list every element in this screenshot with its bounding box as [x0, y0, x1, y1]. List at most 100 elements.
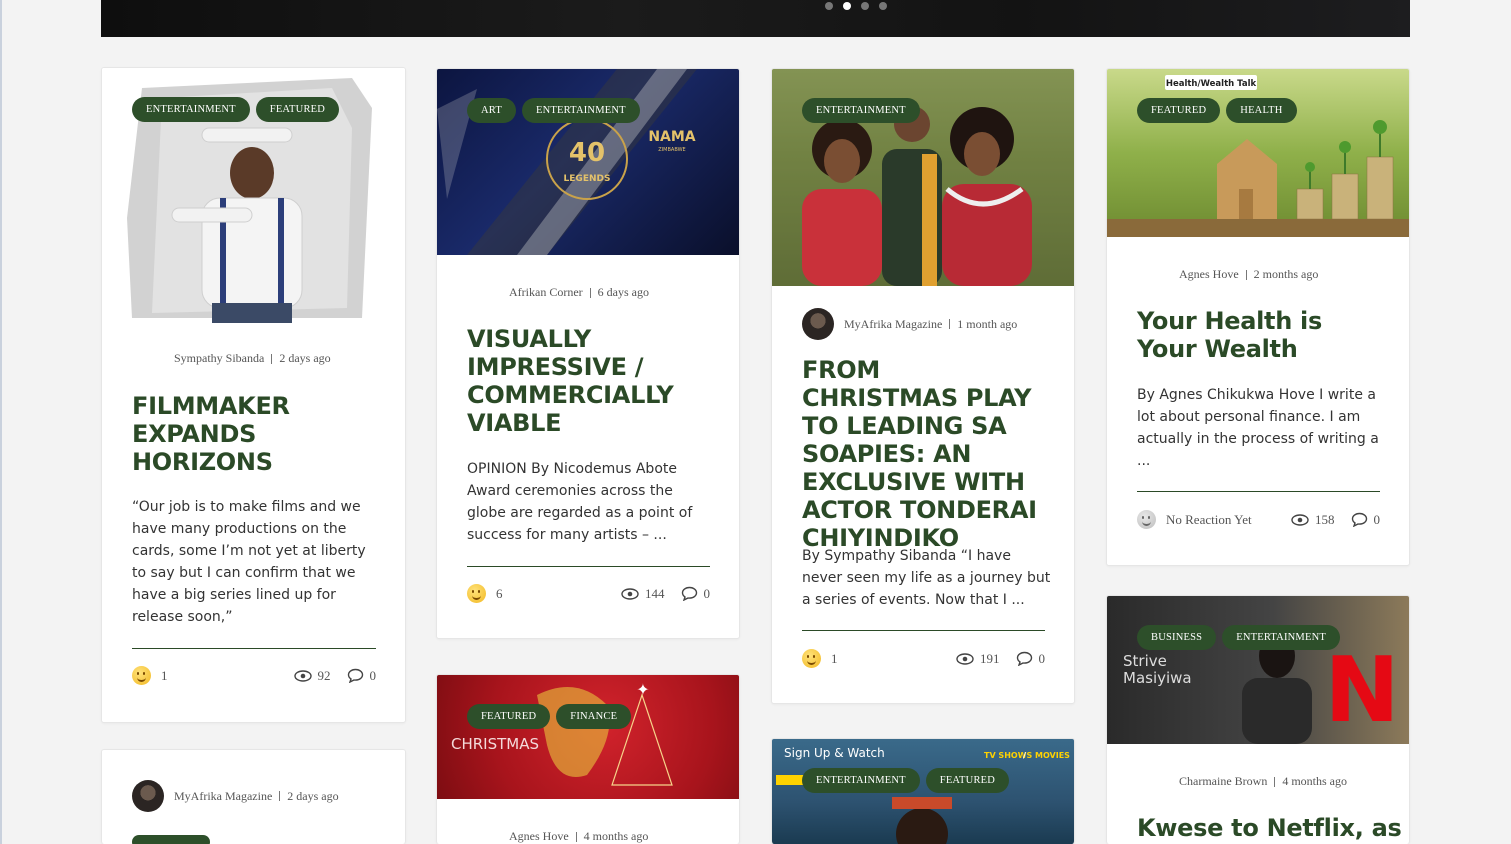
slider-dot[interactable] [861, 2, 869, 10]
post-meta: Agnes Hove 4 months ago [509, 829, 648, 844]
eye-icon [621, 587, 639, 600]
slider-dot[interactable] [825, 2, 833, 10]
author-name[interactable]: Afrikan Corner [509, 285, 583, 300]
image-text: Health/Wealth Talk [1166, 79, 1257, 89]
reaction-count: 1 [161, 667, 168, 683]
author-name[interactable]: Sympathy Sibanda [174, 351, 264, 366]
tag-business[interactable]: BUSINESS [1137, 625, 1217, 650]
image-text: Sign Up & Watch [784, 746, 885, 760]
post-thumbnail[interactable]: ✦ CHRISTMAS FEATURED FINANCE [437, 675, 739, 799]
view-count: 191 [980, 650, 1000, 666]
image-text: NAMA [648, 129, 695, 145]
author-name[interactable]: Charmaine Brown [1179, 774, 1267, 789]
slider-dot[interactable] [879, 2, 887, 10]
author-name[interactable]: MyAfrika Magazine [174, 789, 272, 804]
eye-icon [956, 652, 974, 665]
tag-featured[interactable]: FEATURED [1137, 98, 1221, 123]
comment-icon[interactable] [347, 668, 364, 683]
comment-icon[interactable] [681, 586, 698, 601]
card-divider [1137, 491, 1380, 492]
post-thumbnail[interactable]: ENTERTAINMENT [772, 69, 1074, 286]
post-stats: 6 144 0 [467, 584, 710, 603]
meta-separator [575, 831, 577, 842]
reaction-wink-icon[interactable] [802, 649, 821, 668]
eye-icon [1291, 513, 1309, 526]
author-name[interactable]: Agnes Hove [509, 829, 569, 844]
christmas-graphic: ✦ CHRISTMAS [451, 680, 673, 786]
post-card[interactable]: 40 LEGENDS NAMA ZIMBABWE ART ENTERTAINME… [436, 68, 740, 639]
post-card[interactable]: Sign Up & Watch TV SHOWS / MOVIES ENTERT… [771, 738, 1075, 844]
post-title[interactable]: Kwese to Netflix, as [1137, 814, 1402, 842]
post-excerpt: By Agnes Chikukwa Hove I write a lot abo… [1137, 387, 1379, 469]
view-count: 158 [1315, 511, 1335, 527]
tag-featured[interactable]: FEATURED [925, 768, 1010, 793]
post-card[interactable]: MyAfrika Magazine 2 days ago [101, 749, 406, 844]
post-time: 2 months ago [1253, 267, 1319, 281]
tag-entertainment[interactable]: ENTERTAINMENT [802, 98, 920, 123]
view-count: 92 [317, 667, 331, 683]
tag-list: BUSINESS ENTERTAINMENT [1137, 625, 1340, 650]
reaction-smile-icon[interactable] [467, 584, 486, 603]
post-thumbnail[interactable]: Sign Up & Watch TV SHOWS / MOVIES ENTERT… [772, 739, 1074, 844]
post-title[interactable]: FROM CHRISTMAS PLAY TO LEADING SA SOAPIE… [802, 356, 1042, 552]
post-title[interactable]: FILMMAKER EXPANDS HORIZONS [132, 392, 332, 476]
tag-entertainment[interactable]: ENTERTAINMENT [802, 768, 920, 793]
post-card[interactable]: Health/Wealth Talk FEATURED HEALTH Agnes… [1106, 68, 1410, 566]
comment-count: 0 [703, 585, 711, 601]
image-text: Masiyiwa [1123, 669, 1192, 687]
tag-featured[interactable]: FEATURED [255, 97, 340, 122]
post-excerpt: OPINION By Nicodemus Abote Award ceremon… [467, 461, 693, 543]
post-meta: Sympathy Sibanda 2 days ago [174, 351, 331, 366]
tag-featured[interactable]: FEATURED [467, 704, 551, 729]
tag-art[interactable]: ART [467, 98, 516, 123]
post-title[interactable]: VISUALLY IMPRESSIVE / COMMERCIALLY VIABL… [467, 325, 707, 437]
tag-list: FEATURED FINANCE [467, 704, 632, 729]
meta-separator [589, 287, 591, 298]
comment-count: 0 [1373, 511, 1381, 527]
slider-dot-active[interactable] [843, 2, 851, 10]
post-thumbnail[interactable]: Health/Wealth Talk FEATURED HEALTH [1107, 69, 1409, 237]
post-excerpt: By Sympathy Sibanda “I have never seen m… [802, 548, 1051, 608]
post-card[interactable]: ENTERTAINMENT FEATURED Sympathy Sibanda … [101, 67, 406, 723]
post-thumbnail[interactable]: Strive Masiyiwa N BUSINESS ENTERTAINMENT [1107, 596, 1409, 744]
post-meta: Charmaine Brown 4 months ago [1179, 774, 1347, 789]
netflix-logo: N [1324, 638, 1399, 743]
post-card[interactable]: ✦ CHRISTMAS FEATURED FINANCE Agnes Hove … [436, 674, 740, 844]
tag-entertainment[interactable]: ENTERTAINMENT [1222, 625, 1340, 650]
card-divider [802, 630, 1045, 631]
post-title[interactable]: Your Health is Your Wealth [1137, 307, 1387, 363]
image-text: LEGENDS [564, 174, 611, 184]
reaction-empty-icon[interactable] [1137, 510, 1156, 529]
meta-separator [271, 353, 273, 364]
reaction-count: 1 [831, 650, 838, 666]
comment-icon[interactable] [1351, 512, 1368, 527]
tag-health[interactable]: HEALTH [1226, 98, 1297, 123]
post-thumbnail[interactable]: ENTERTAINMENT FEATURED [102, 68, 405, 323]
comment-count: 0 [1038, 650, 1046, 666]
post-excerpt: “Our job is to make films and we have ma… [132, 499, 366, 625]
hero-slider[interactable] [101, 0, 1410, 37]
card-divider [467, 566, 710, 567]
reaction-smile-icon[interactable] [132, 666, 151, 685]
tag-entertainment[interactable]: ENTERTAINMENT [521, 98, 640, 123]
tag-entertainment[interactable]: ENTERTAINMENT [132, 97, 250, 122]
post-thumbnail[interactable]: 40 LEGENDS NAMA ZIMBABWE ART ENTERTAINME… [437, 69, 739, 255]
tag-finance[interactable]: FINANCE [556, 704, 632, 729]
post-time: 4 months ago [1282, 774, 1347, 788]
image-text: Strive [1123, 652, 1167, 670]
tag-partial[interactable] [132, 835, 210, 844]
image-text: MOVIES [1035, 751, 1070, 760]
post-time: 4 months ago [583, 829, 649, 843]
meta-separator [1274, 776, 1276, 787]
author-name[interactable]: Agnes Hove [1179, 267, 1239, 282]
post-time: 1 month ago [957, 316, 1018, 331]
author-name[interactable]: MyAfrika Magazine [844, 317, 942, 332]
tag-list: ENTERTAINMENT FEATURED [132, 97, 340, 122]
post-card[interactable]: ENTERTAINMENT MyAfrika Magazine 1 month … [771, 68, 1075, 704]
author-avatar[interactable] [802, 308, 834, 340]
image-text: 40 [569, 138, 605, 168]
post-card[interactable]: Strive Masiyiwa N BUSINESS ENTERTAINMENT… [1106, 595, 1410, 844]
comment-icon[interactable] [1016, 651, 1033, 666]
page-edge [0, 0, 2, 844]
author-avatar[interactable] [132, 780, 164, 812]
